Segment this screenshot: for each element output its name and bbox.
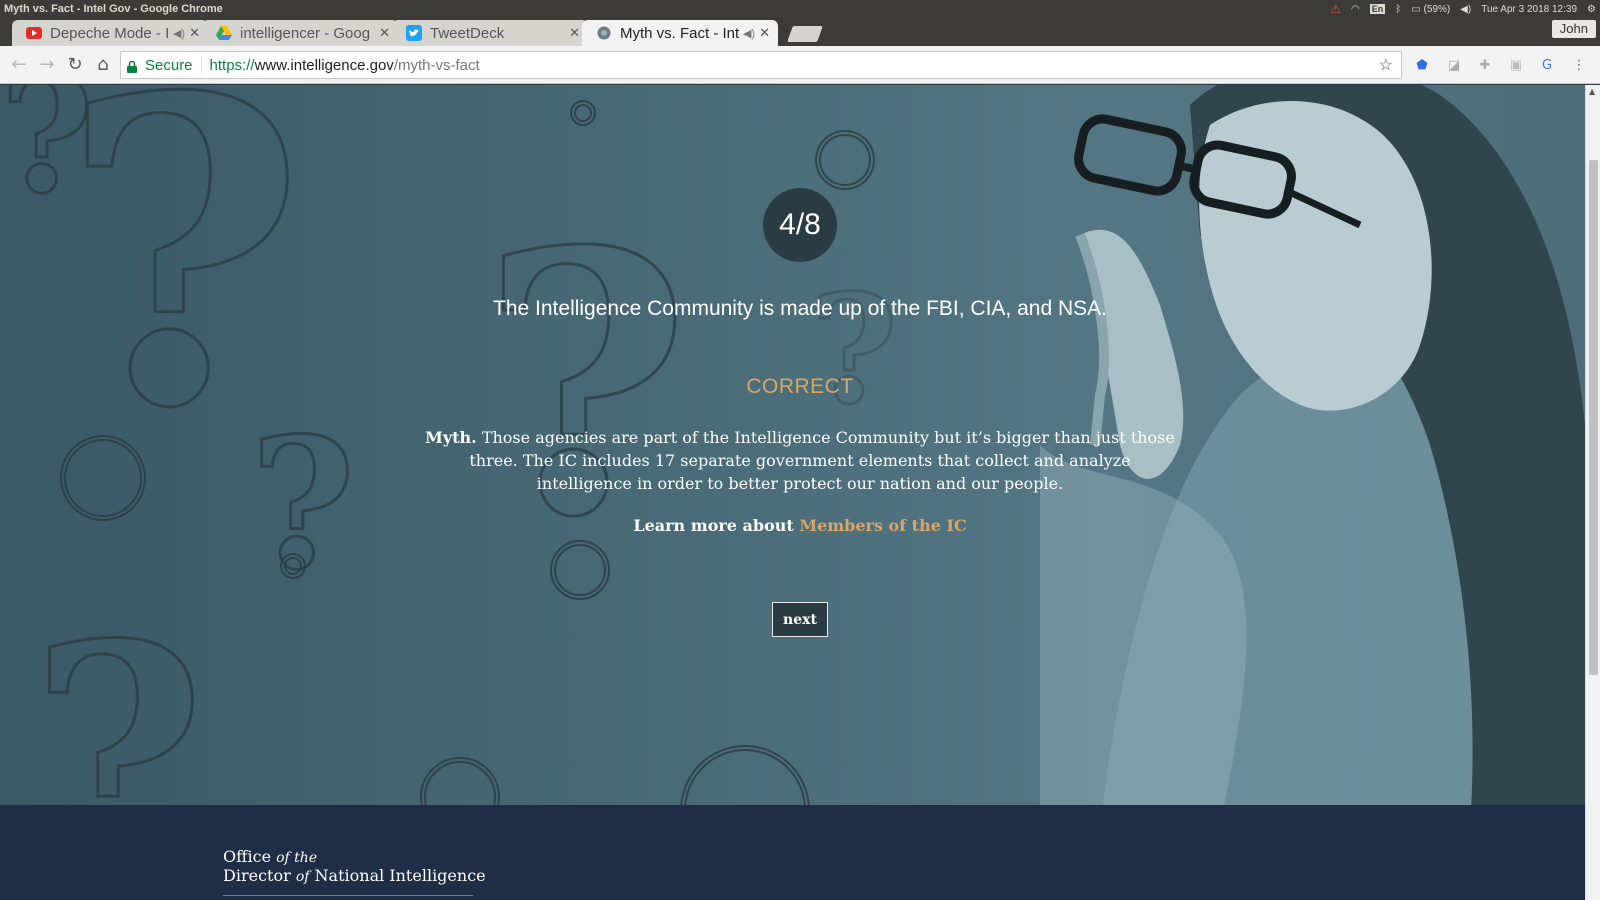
- odni-logo[interactable]: Office of the Director of National Intel…: [223, 848, 486, 886]
- new-tab-button[interactable]: [787, 26, 823, 42]
- translate-icon[interactable]: G: [1538, 56, 1556, 74]
- odni-logo-line2: Director of National Intelligence: [223, 867, 486, 886]
- rss-icon[interactable]: ◪: [1445, 56, 1463, 74]
- close-tab-icon[interactable]: ✕: [569, 25, 580, 41]
- question-mark-decoration: ?: [29, 578, 208, 805]
- warning-icon[interactable]: ⚠: [1330, 2, 1341, 16]
- clock[interactable]: Tue Apr 3 2018 12:39: [1481, 4, 1577, 15]
- logo-text: National Intelligence: [309, 866, 486, 885]
- close-tab-icon[interactable]: ✕: [759, 25, 770, 41]
- camera-icon[interactable]: ▣: [1507, 56, 1525, 74]
- question-counter-badge: 4/8: [763, 188, 837, 262]
- address-bar[interactable]: Secure https://www.intelligence.gov/myth…: [120, 51, 1402, 79]
- home-icon[interactable]: ⌂: [90, 52, 116, 78]
- close-tab-icon[interactable]: ✕: [189, 25, 200, 41]
- bookmark-star-icon[interactable]: ☆: [1379, 55, 1393, 75]
- keyboard-layout-indicator[interactable]: En: [1369, 4, 1386, 14]
- browser-toolbar: ← → ↻ ⌂ Secure https://www.intelligence.…: [0, 46, 1600, 84]
- learn-more-prefix: Learn more about: [633, 516, 800, 535]
- tab-intelligencer[interactable]: intelligencer - Goog ✕: [202, 20, 398, 46]
- tab-strip: Depeche Mode - I ◀) ✕ intelligencer - Go…: [0, 18, 1600, 46]
- scribble-dot-decoration: [280, 553, 306, 579]
- quiz-statement: The Intelligence Community is made up of…: [493, 297, 1107, 320]
- scribble-dot-decoration: [815, 130, 875, 190]
- os-title-bar: Myth vs. Fact - Intel Gov - Google Chrom…: [0, 0, 1600, 18]
- window-title: Myth vs. Fact - Intel Gov - Google Chrom…: [4, 3, 223, 15]
- logo-text: Director: [223, 866, 296, 885]
- tab-depeche-mode[interactable]: Depeche Mode - I ◀) ✕: [12, 20, 208, 46]
- scrollbar-thumb[interactable]: [1589, 160, 1598, 675]
- close-tab-icon[interactable]: ✕: [379, 25, 390, 41]
- logo-text: Office: [223, 847, 277, 866]
- learn-more-line: Learn more about Members of the IC: [0, 516, 1585, 535]
- answer-verdict: CORRECT: [746, 375, 854, 398]
- youtube-icon: [26, 25, 42, 41]
- tab-label: Depeche Mode - I: [50, 24, 169, 42]
- page-scrollbar[interactable]: ▲: [1585, 85, 1600, 900]
- reload-icon[interactable]: ↻: [62, 52, 88, 78]
- speaker-icon[interactable]: ◀): [743, 27, 755, 40]
- menu-kebab-icon[interactable]: ⋮: [1570, 56, 1588, 74]
- odni-logo-line1: Office of the: [223, 848, 486, 867]
- scribble-dot-decoration: [420, 757, 500, 805]
- tab-tweetdeck[interactable]: TweetDeck ✕: [392, 20, 588, 46]
- scribble-dot-decoration: [550, 540, 610, 600]
- drive-icon: [216, 25, 232, 41]
- scribble-dot-decoration: [680, 745, 810, 805]
- volume-icon[interactable]: ◀): [1460, 4, 1471, 15]
- footer-divider: [223, 895, 473, 896]
- url-text: https://www.intelligence.gov/myth-vs-fac…: [202, 57, 480, 74]
- logo-text: of the: [276, 850, 318, 866]
- scroll-up-arrow-icon[interactable]: ▲: [1589, 87, 1595, 96]
- battery-percent: (59%): [1423, 3, 1451, 15]
- forward-arrow-icon[interactable]: →: [34, 52, 60, 78]
- extension-shield-icon[interactable]: ⬟: [1413, 56, 1431, 74]
- tab-label: Myth vs. Fact - Int: [620, 24, 739, 42]
- logo-text: of: [295, 869, 310, 885]
- tab-myth-vs-fact[interactable]: Myth vs. Fact - Int ◀) ✕: [582, 20, 778, 46]
- page-viewport: ? ? ? ? ? ? 4/8 The Intelligence Communi…: [0, 85, 1585, 900]
- bluetooth-icon[interactable]: ᛒ: [1395, 4, 1401, 15]
- back-arrow-icon[interactable]: ←: [6, 52, 32, 78]
- url-path: /myth-vs-fact: [393, 56, 480, 74]
- tab-label: intelligencer - Goog: [240, 24, 371, 42]
- url-host: www.intelligence.gov: [254, 56, 394, 74]
- security-indicator[interactable]: Secure: [121, 56, 202, 74]
- battery-indicator[interactable]: ▭ (59%): [1411, 4, 1450, 15]
- next-button[interactable]: next: [772, 602, 828, 637]
- members-of-ic-link[interactable]: Members of the IC: [799, 516, 966, 535]
- secure-label: Secure: [145, 56, 193, 74]
- puzzle-extension-icon[interactable]: ✚: [1476, 56, 1494, 74]
- scribble-dot-decoration: [60, 435, 146, 521]
- answer-lead: Myth.: [425, 428, 477, 447]
- lock-icon: [127, 60, 137, 73]
- twitter-icon: [406, 25, 422, 41]
- tab-label: TweetDeck: [430, 24, 505, 42]
- url-scheme: https://: [209, 56, 255, 74]
- globe-icon: [596, 25, 612, 41]
- settings-gear-icon[interactable]: ⚙: [1587, 4, 1596, 15]
- system-tray: ⚠ ◠ En ᛒ ▭ (59%) ◀) Tue Apr 3 2018 12:39…: [1330, 0, 1596, 18]
- profile-button[interactable]: John: [1551, 20, 1596, 38]
- scribble-dot-decoration: [570, 100, 596, 126]
- question-mark-decoration: ?: [0, 85, 95, 229]
- wifi-icon[interactable]: ◠: [1351, 4, 1360, 15]
- answer-explanation: Myth. Those agencies are part of the Int…: [420, 426, 1180, 495]
- speaker-icon[interactable]: ◀): [173, 27, 185, 40]
- site-footer: Office of the Director of National Intel…: [0, 805, 1585, 900]
- hero-section: ? ? ? ? ? ? 4/8 The Intelligence Communi…: [0, 85, 1585, 805]
- answer-body: Those agencies are part of the Intellige…: [469, 428, 1175, 493]
